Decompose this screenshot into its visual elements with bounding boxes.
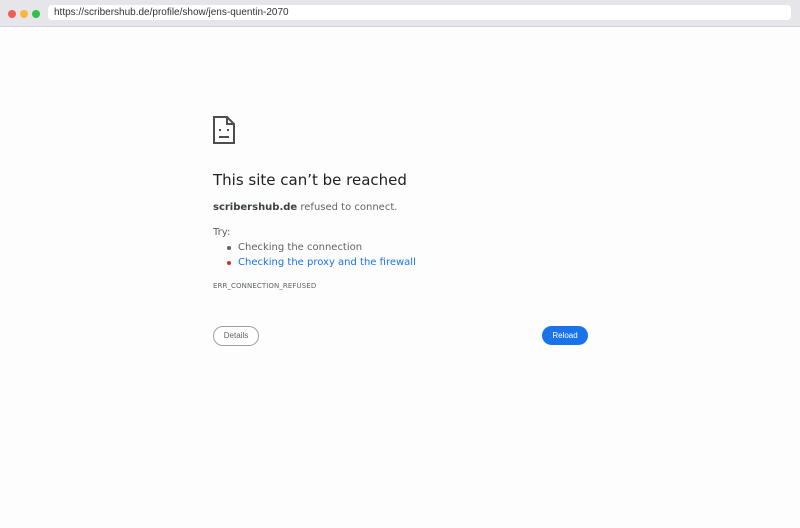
error-title: This site can’t be reached [213, 171, 407, 189]
error-code: ERR_CONNECTION_REFUSED [213, 282, 317, 290]
browser-toolbar: https://scribershub.de/profile/show/jens… [0, 0, 800, 27]
minimize-window-button[interactable] [20, 10, 28, 18]
close-window-button[interactable] [8, 10, 16, 18]
error-page [0, 28, 800, 528]
error-message: scribershub.de refused to connect. [213, 202, 397, 213]
reload-button[interactable]: Reload [542, 326, 588, 345]
error-message-text: refused to connect. [297, 202, 398, 213]
error-host: scribershub.de [213, 202, 298, 213]
sad-page-icon [213, 116, 235, 144]
maximize-window-button[interactable] [32, 10, 40, 18]
details-button[interactable]: Details [213, 326, 259, 346]
address-bar[interactable]: https://scribershub.de/profile/show/jens… [48, 5, 791, 20]
try-label: Try: [213, 227, 231, 238]
suggestion-list: Checking the connection Checking the pro… [213, 241, 416, 271]
suggestion-check-connection: Checking the connection [213, 241, 416, 256]
suggestion-check-proxy-firewall-link[interactable]: Checking the proxy and the firewall [213, 256, 416, 271]
